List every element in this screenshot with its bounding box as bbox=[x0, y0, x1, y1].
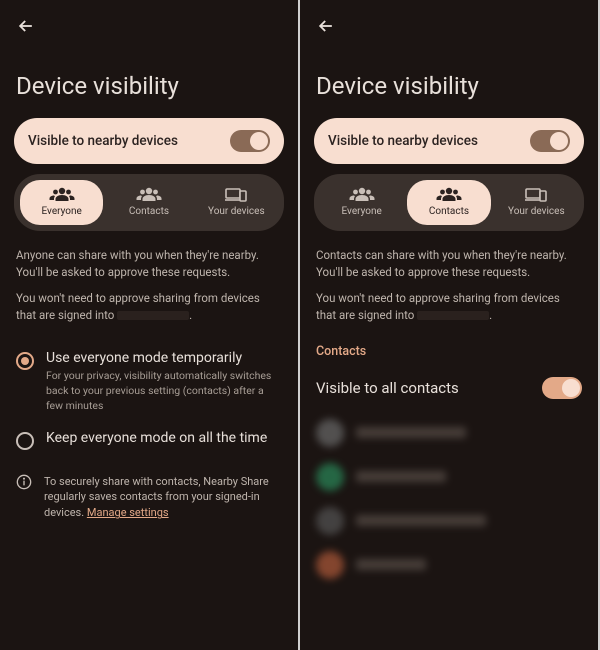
avatar bbox=[316, 507, 344, 535]
devices-icon bbox=[497, 186, 576, 204]
description-primary: Anyone can share with you when they're n… bbox=[0, 231, 298, 280]
visibility-toggle-label: Visible to nearby devices bbox=[28, 133, 178, 149]
arrow-left-icon bbox=[316, 16, 336, 36]
tab-label: Your devices bbox=[197, 206, 276, 217]
redacted-account bbox=[117, 311, 189, 320]
tab-label: Contacts bbox=[109, 206, 188, 217]
option-title: Keep everyone mode on all the time bbox=[46, 430, 267, 447]
option-temporary[interactable]: Use everyone mode temporarily For your p… bbox=[16, 342, 282, 422]
option-subtitle: For your privacy, visibility automatical… bbox=[46, 366, 282, 413]
back-button[interactable] bbox=[300, 0, 598, 42]
contact-name bbox=[356, 515, 486, 526]
contact-name bbox=[356, 427, 466, 438]
everyone-icon bbox=[322, 186, 401, 204]
redacted-account bbox=[417, 311, 489, 320]
visibility-switch[interactable] bbox=[530, 130, 570, 152]
description-secondary: You won't need to approve sharing from d… bbox=[300, 280, 598, 323]
devices-icon bbox=[197, 186, 276, 204]
option-title: Use everyone mode temporarily bbox=[46, 350, 282, 367]
everyone-icon bbox=[22, 186, 101, 204]
tab-label: Everyone bbox=[322, 206, 401, 217]
avatar bbox=[316, 551, 344, 579]
all-contacts-switch[interactable] bbox=[542, 377, 582, 399]
contact-list-item[interactable] bbox=[300, 543, 598, 587]
description-secondary: You won't need to approve sharing from d… bbox=[0, 280, 298, 323]
avatar bbox=[316, 463, 344, 491]
info-icon bbox=[16, 474, 32, 490]
visibility-toggle-card[interactable]: Visible to nearby devices bbox=[14, 118, 284, 164]
visibility-tabs: Everyone Contacts Your devices bbox=[14, 174, 284, 231]
description-primary: Contacts can share with you when they're… bbox=[300, 231, 598, 280]
contacts-icon bbox=[409, 186, 488, 204]
contact-list-item[interactable] bbox=[300, 499, 598, 543]
info-text: To securely share with contacts, Nearby … bbox=[44, 474, 282, 522]
visibility-tabs: Everyone Contacts Your devices bbox=[314, 174, 584, 231]
contact-list-item[interactable] bbox=[300, 411, 598, 455]
info-footer: To securely share with contacts, Nearby … bbox=[0, 458, 298, 522]
screen-contacts-mode: Device visibility Visible to nearby devi… bbox=[300, 0, 598, 650]
tab-everyone[interactable]: Everyone bbox=[20, 180, 103, 225]
radio-icon bbox=[16, 432, 34, 450]
back-button[interactable] bbox=[0, 0, 298, 42]
tab-contacts[interactable]: Contacts bbox=[407, 180, 490, 225]
all-contacts-toggle-row[interactable]: Visible to all contacts bbox=[300, 365, 598, 411]
tab-your-devices[interactable]: Your devices bbox=[195, 180, 278, 225]
page-title: Device visibility bbox=[300, 42, 598, 118]
tab-everyone[interactable]: Everyone bbox=[320, 180, 403, 225]
tab-label: Your devices bbox=[497, 206, 576, 217]
visibility-toggle-card[interactable]: Visible to nearby devices bbox=[314, 118, 584, 164]
avatar bbox=[316, 419, 344, 447]
visibility-switch[interactable] bbox=[230, 130, 270, 152]
visibility-toggle-label: Visible to nearby devices bbox=[328, 133, 478, 149]
everyone-mode-options: Use everyone mode temporarily For your p… bbox=[0, 324, 298, 458]
tab-label: Contacts bbox=[409, 206, 488, 217]
tab-your-devices[interactable]: Your devices bbox=[495, 180, 578, 225]
radio-icon bbox=[16, 352, 34, 370]
contacts-icon bbox=[109, 186, 188, 204]
contact-list-item[interactable] bbox=[300, 455, 598, 499]
tab-contacts[interactable]: Contacts bbox=[107, 180, 190, 225]
contacts-section-label: Contacts bbox=[300, 324, 598, 365]
tab-label: Everyone bbox=[22, 206, 101, 217]
contact-name bbox=[356, 471, 446, 482]
all-contacts-label: Visible to all contacts bbox=[316, 379, 459, 397]
arrow-left-icon bbox=[16, 16, 36, 36]
contact-name bbox=[356, 559, 426, 570]
screen-everyone-mode: Device visibility Visible to nearby devi… bbox=[0, 0, 300, 650]
manage-settings-link[interactable]: Manage settings bbox=[87, 506, 169, 519]
page-title: Device visibility bbox=[0, 42, 298, 118]
option-always[interactable]: Keep everyone mode on all the time bbox=[16, 422, 282, 458]
